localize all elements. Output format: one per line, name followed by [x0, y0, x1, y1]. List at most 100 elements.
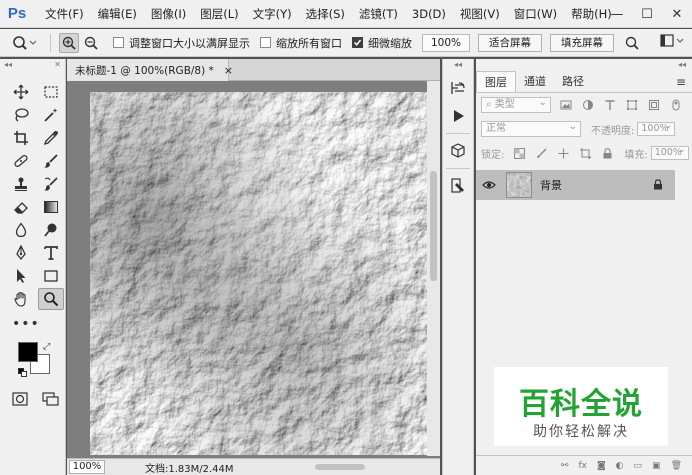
menu-file[interactable]: 文件(F)	[38, 0, 91, 28]
adjustment-filter-icon[interactable]	[581, 98, 595, 112]
vertical-scroll-thumb[interactable]	[430, 171, 437, 281]
eyedropper-tool[interactable]	[38, 127, 64, 149]
move-tool[interactable]	[8, 81, 34, 103]
workspace-switcher[interactable]	[660, 33, 686, 49]
layer-row-background[interactable]: 背景	[476, 170, 675, 200]
zoom-all-windows-checkbox[interactable]: 缩放所有窗口	[260, 35, 342, 51]
minimize-button[interactable]: —	[602, 0, 632, 28]
tool-preset-picker[interactable]	[8, 32, 42, 54]
toolbox-header[interactable]: ◂◂ ✕	[0, 59, 65, 71]
shape-filter-icon[interactable]	[625, 98, 639, 112]
new-layer-icon[interactable]: ▣	[652, 461, 661, 471]
lock-position-icon[interactable]	[556, 146, 570, 160]
close-button[interactable]: ✕	[662, 0, 692, 28]
path-selection-tool[interactable]	[8, 265, 34, 287]
actions-panel-button[interactable]	[446, 105, 470, 127]
horizontal-scrollbar[interactable]	[265, 462, 425, 472]
fill-screen-button[interactable]: 填充屏幕	[550, 33, 614, 52]
smart-object-filter-icon[interactable]	[647, 98, 661, 112]
properties-panel-button[interactable]	[446, 175, 470, 197]
menu-view[interactable]: 视图(V)	[453, 0, 507, 28]
foreground-color-swatch[interactable]	[18, 342, 38, 362]
pen-tool[interactable]	[8, 242, 34, 264]
zoom-in-button[interactable]	[59, 32, 79, 53]
filter-type-select[interactable]: ⌕ 类型	[481, 96, 551, 113]
zoom-level-field[interactable]: 100%	[69, 460, 105, 474]
document-canvas[interactable]	[90, 92, 427, 455]
blend-mode-select[interactable]: 正常	[481, 120, 581, 137]
default-colors-icon[interactable]	[18, 368, 27, 377]
marquee-tool[interactable]	[38, 81, 64, 103]
rectangle-tool[interactable]	[38, 265, 64, 287]
opacity-field[interactable]: 100%	[637, 120, 676, 136]
vertical-scrollbar[interactable]	[427, 81, 440, 456]
quick-selection-tool[interactable]	[38, 104, 64, 126]
gradient-tool[interactable]	[38, 196, 64, 218]
menu-image[interactable]: 图像(I)	[144, 0, 193, 28]
history-panel-button[interactable]	[446, 77, 470, 99]
filter-toggle-icon[interactable]	[669, 98, 683, 112]
menu-layer[interactable]: 图层(L)	[193, 0, 245, 28]
menu-select[interactable]: 选择(S)	[299, 0, 352, 28]
rectangle-icon	[44, 270, 58, 282]
healing-brush-tool[interactable]	[8, 150, 34, 172]
maximize-button[interactable]: ☐	[632, 0, 662, 28]
adjustment-icon[interactable]: ◐	[616, 461, 624, 471]
menu-edit[interactable]: 编辑(E)	[91, 0, 144, 28]
edit-toolbar-button[interactable]: •••	[0, 310, 65, 332]
zoom-out-icon	[84, 36, 98, 50]
hand-tool[interactable]	[8, 288, 34, 310]
document-size-info[interactable]: 文档:1.83M/2.44M	[145, 460, 234, 475]
resize-windows-checkbox[interactable]: 调整窗口大小以满屏显示	[113, 35, 250, 51]
checkbox-box-checked	[352, 37, 363, 48]
blur-tool[interactable]	[8, 219, 34, 241]
tab-channels[interactable]: 通道	[516, 71, 554, 92]
dodge-tool[interactable]	[38, 219, 64, 241]
swap-colors-icon[interactable]: ⤢	[43, 342, 50, 352]
panel-menu-icon[interactable]: ≡	[676, 75, 686, 89]
lasso-tool[interactable]	[8, 104, 34, 126]
zoom-tool[interactable]	[38, 288, 64, 310]
mask-icon[interactable]: ◙	[597, 461, 606, 471]
scrubby-zoom-checkbox[interactable]: 细微缩放	[352, 35, 412, 51]
screen-mode-button[interactable]	[42, 392, 60, 409]
menu-window[interactable]: 窗口(W)	[507, 0, 564, 28]
tab-paths[interactable]: 路径	[554, 71, 592, 92]
type-filter-icon[interactable]	[603, 98, 617, 112]
fx-icon[interactable]: fx	[578, 461, 587, 471]
history-brush-tool[interactable]	[38, 173, 64, 195]
fill-field[interactable]: 100%	[650, 144, 689, 160]
menu-type[interactable]: 文字(Y)	[246, 0, 299, 28]
lock-transparent-icon[interactable]	[512, 146, 526, 160]
zoom-out-button[interactable]	[81, 33, 101, 53]
brush-tool[interactable]	[38, 150, 64, 172]
document-tab[interactable]: 未标题-1 @ 100%(RGB/8) * ×	[67, 59, 233, 81]
visibility-eye-icon[interactable]	[476, 180, 502, 190]
link-icon[interactable]: ⚯	[561, 461, 569, 471]
clone-stamp-tool[interactable]	[8, 173, 34, 195]
tab-layers[interactable]: 图层	[476, 71, 516, 92]
3d-panel-button[interactable]	[446, 140, 470, 162]
pixel-filter-icon[interactable]	[559, 98, 573, 112]
panel-header[interactable]: ◂◂	[476, 59, 692, 71]
search-button[interactable]	[622, 33, 642, 53]
bandage-icon	[14, 154, 28, 168]
lock-pixels-icon[interactable]	[534, 146, 548, 160]
close-tab-icon[interactable]: ×	[224, 64, 233, 77]
lock-artboard-icon[interactable]	[578, 146, 592, 160]
horizontal-scroll-thumb[interactable]	[315, 464, 365, 470]
crop-tool[interactable]	[8, 127, 34, 149]
group-icon[interactable]: ▭	[634, 461, 643, 471]
separator	[50, 33, 51, 52]
eraser-tool[interactable]	[8, 196, 34, 218]
type-tool[interactable]	[38, 242, 64, 264]
delete-icon[interactable]: 🗑	[671, 461, 682, 471]
quick-mask-icon	[12, 392, 28, 406]
fit-screen-button[interactable]: 适合屏幕	[478, 33, 542, 52]
strip-header[interactable]: ◂◂	[443, 59, 473, 71]
quick-mask-button[interactable]	[12, 392, 28, 409]
lock-all-icon[interactable]	[600, 146, 614, 160]
menu-3d[interactable]: 3D(D)	[405, 0, 453, 28]
menu-filter[interactable]: 滤镜(T)	[352, 0, 405, 28]
zoom-percent-field[interactable]: 100%	[422, 33, 470, 52]
